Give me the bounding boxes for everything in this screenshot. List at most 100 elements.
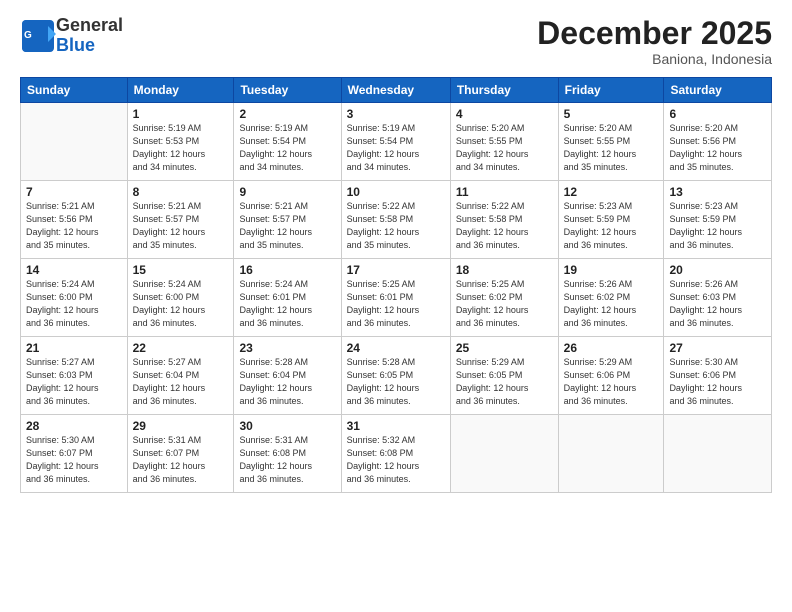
title-block: December 2025 Baniona, Indonesia	[537, 16, 772, 67]
day-info: Sunrise: 5:28 AM Sunset: 6:05 PM Dayligh…	[347, 356, 445, 408]
day-number: 1	[133, 107, 229, 121]
calendar-cell: 16Sunrise: 5:24 AM Sunset: 6:01 PM Dayli…	[234, 259, 341, 337]
day-number: 21	[26, 341, 122, 355]
day-number: 15	[133, 263, 229, 277]
day-info: Sunrise: 5:24 AM Sunset: 6:00 PM Dayligh…	[26, 278, 122, 330]
calendar-cell: 5Sunrise: 5:20 AM Sunset: 5:55 PM Daylig…	[558, 103, 664, 181]
day-info: Sunrise: 5:25 AM Sunset: 6:02 PM Dayligh…	[456, 278, 553, 330]
calendar-cell: 25Sunrise: 5:29 AM Sunset: 6:05 PM Dayli…	[450, 337, 558, 415]
month-year: December 2025	[537, 16, 772, 51]
day-number: 2	[239, 107, 335, 121]
day-info: Sunrise: 5:23 AM Sunset: 5:59 PM Dayligh…	[564, 200, 659, 252]
day-number: 14	[26, 263, 122, 277]
calendar-cell: 22Sunrise: 5:27 AM Sunset: 6:04 PM Dayli…	[127, 337, 234, 415]
calendar-cell: 20Sunrise: 5:26 AM Sunset: 6:03 PM Dayli…	[664, 259, 772, 337]
day-info: Sunrise: 5:25 AM Sunset: 6:01 PM Dayligh…	[347, 278, 445, 330]
day-info: Sunrise: 5:28 AM Sunset: 6:04 PM Dayligh…	[239, 356, 335, 408]
calendar-cell: 10Sunrise: 5:22 AM Sunset: 5:58 PM Dayli…	[341, 181, 450, 259]
week-row-2: 7Sunrise: 5:21 AM Sunset: 5:56 PM Daylig…	[21, 181, 772, 259]
day-number: 7	[26, 185, 122, 199]
calendar-cell: 4Sunrise: 5:20 AM Sunset: 5:55 PM Daylig…	[450, 103, 558, 181]
calendar-cell: 21Sunrise: 5:27 AM Sunset: 6:03 PM Dayli…	[21, 337, 128, 415]
day-info: Sunrise: 5:21 AM Sunset: 5:57 PM Dayligh…	[239, 200, 335, 252]
week-row-3: 14Sunrise: 5:24 AM Sunset: 6:00 PM Dayli…	[21, 259, 772, 337]
calendar: SundayMondayTuesdayWednesdayThursdayFrid…	[20, 77, 772, 493]
calendar-cell: 23Sunrise: 5:28 AM Sunset: 6:04 PM Dayli…	[234, 337, 341, 415]
calendar-cell	[450, 415, 558, 493]
day-info: Sunrise: 5:30 AM Sunset: 6:06 PM Dayligh…	[669, 356, 766, 408]
calendar-cell: 9Sunrise: 5:21 AM Sunset: 5:57 PM Daylig…	[234, 181, 341, 259]
day-info: Sunrise: 5:27 AM Sunset: 6:03 PM Dayligh…	[26, 356, 122, 408]
day-header-wednesday: Wednesday	[341, 78, 450, 103]
day-info: Sunrise: 5:26 AM Sunset: 6:03 PM Dayligh…	[669, 278, 766, 330]
calendar-cell: 24Sunrise: 5:28 AM Sunset: 6:05 PM Dayli…	[341, 337, 450, 415]
calendar-cell: 27Sunrise: 5:30 AM Sunset: 6:06 PM Dayli…	[664, 337, 772, 415]
day-header-saturday: Saturday	[664, 78, 772, 103]
day-number: 30	[239, 419, 335, 433]
calendar-cell: 15Sunrise: 5:24 AM Sunset: 6:00 PM Dayli…	[127, 259, 234, 337]
calendar-cell: 7Sunrise: 5:21 AM Sunset: 5:56 PM Daylig…	[21, 181, 128, 259]
week-row-5: 28Sunrise: 5:30 AM Sunset: 6:07 PM Dayli…	[21, 415, 772, 493]
day-info: Sunrise: 5:31 AM Sunset: 6:08 PM Dayligh…	[239, 434, 335, 486]
day-number: 25	[456, 341, 553, 355]
day-number: 20	[669, 263, 766, 277]
day-number: 18	[456, 263, 553, 277]
calendar-cell	[664, 415, 772, 493]
day-number: 17	[347, 263, 445, 277]
calendar-cell: 1Sunrise: 5:19 AM Sunset: 5:53 PM Daylig…	[127, 103, 234, 181]
day-info: Sunrise: 5:22 AM Sunset: 5:58 PM Dayligh…	[456, 200, 553, 252]
day-number: 4	[456, 107, 553, 121]
calendar-cell: 14Sunrise: 5:24 AM Sunset: 6:00 PM Dayli…	[21, 259, 128, 337]
day-info: Sunrise: 5:30 AM Sunset: 6:07 PM Dayligh…	[26, 434, 122, 486]
day-header-friday: Friday	[558, 78, 664, 103]
day-header-thursday: Thursday	[450, 78, 558, 103]
day-number: 10	[347, 185, 445, 199]
calendar-header: SundayMondayTuesdayWednesdayThursdayFrid…	[21, 78, 772, 103]
day-number: 11	[456, 185, 553, 199]
calendar-cell: 28Sunrise: 5:30 AM Sunset: 6:07 PM Dayli…	[21, 415, 128, 493]
day-header-sunday: Sunday	[21, 78, 128, 103]
day-info: Sunrise: 5:32 AM Sunset: 6:08 PM Dayligh…	[347, 434, 445, 486]
day-number: 31	[347, 419, 445, 433]
day-number: 22	[133, 341, 229, 355]
day-number: 16	[239, 263, 335, 277]
day-info: Sunrise: 5:19 AM Sunset: 5:54 PM Dayligh…	[239, 122, 335, 174]
day-number: 28	[26, 419, 122, 433]
day-number: 13	[669, 185, 766, 199]
calendar-cell	[558, 415, 664, 493]
day-number: 3	[347, 107, 445, 121]
logo-name: General Blue	[56, 16, 123, 56]
day-info: Sunrise: 5:23 AM Sunset: 5:59 PM Dayligh…	[669, 200, 766, 252]
day-number: 8	[133, 185, 229, 199]
logo-icon: G	[20, 18, 56, 54]
logo: G General Blue	[20, 16, 123, 56]
day-number: 12	[564, 185, 659, 199]
day-number: 6	[669, 107, 766, 121]
calendar-body: 1Sunrise: 5:19 AM Sunset: 5:53 PM Daylig…	[21, 103, 772, 493]
day-info: Sunrise: 5:19 AM Sunset: 5:54 PM Dayligh…	[347, 122, 445, 174]
day-number: 26	[564, 341, 659, 355]
calendar-cell: 12Sunrise: 5:23 AM Sunset: 5:59 PM Dayli…	[558, 181, 664, 259]
calendar-cell: 17Sunrise: 5:25 AM Sunset: 6:01 PM Dayli…	[341, 259, 450, 337]
day-info: Sunrise: 5:24 AM Sunset: 6:01 PM Dayligh…	[239, 278, 335, 330]
week-row-4: 21Sunrise: 5:27 AM Sunset: 6:03 PM Dayli…	[21, 337, 772, 415]
day-info: Sunrise: 5:21 AM Sunset: 5:57 PM Dayligh…	[133, 200, 229, 252]
day-info: Sunrise: 5:29 AM Sunset: 6:05 PM Dayligh…	[456, 356, 553, 408]
week-row-1: 1Sunrise: 5:19 AM Sunset: 5:53 PM Daylig…	[21, 103, 772, 181]
day-info: Sunrise: 5:19 AM Sunset: 5:53 PM Dayligh…	[133, 122, 229, 174]
day-number: 23	[239, 341, 335, 355]
day-number: 19	[564, 263, 659, 277]
day-header-monday: Monday	[127, 78, 234, 103]
calendar-cell: 19Sunrise: 5:26 AM Sunset: 6:02 PM Dayli…	[558, 259, 664, 337]
calendar-cell: 31Sunrise: 5:32 AM Sunset: 6:08 PM Dayli…	[341, 415, 450, 493]
calendar-cell: 26Sunrise: 5:29 AM Sunset: 6:06 PM Dayli…	[558, 337, 664, 415]
calendar-cell: 29Sunrise: 5:31 AM Sunset: 6:07 PM Dayli…	[127, 415, 234, 493]
svg-text:G: G	[24, 30, 32, 41]
calendar-cell: 18Sunrise: 5:25 AM Sunset: 6:02 PM Dayli…	[450, 259, 558, 337]
day-info: Sunrise: 5:22 AM Sunset: 5:58 PM Dayligh…	[347, 200, 445, 252]
day-number: 5	[564, 107, 659, 121]
day-info: Sunrise: 5:20 AM Sunset: 5:56 PM Dayligh…	[669, 122, 766, 174]
calendar-cell: 11Sunrise: 5:22 AM Sunset: 5:58 PM Dayli…	[450, 181, 558, 259]
calendar-cell: 30Sunrise: 5:31 AM Sunset: 6:08 PM Dayli…	[234, 415, 341, 493]
day-info: Sunrise: 5:24 AM Sunset: 6:00 PM Dayligh…	[133, 278, 229, 330]
